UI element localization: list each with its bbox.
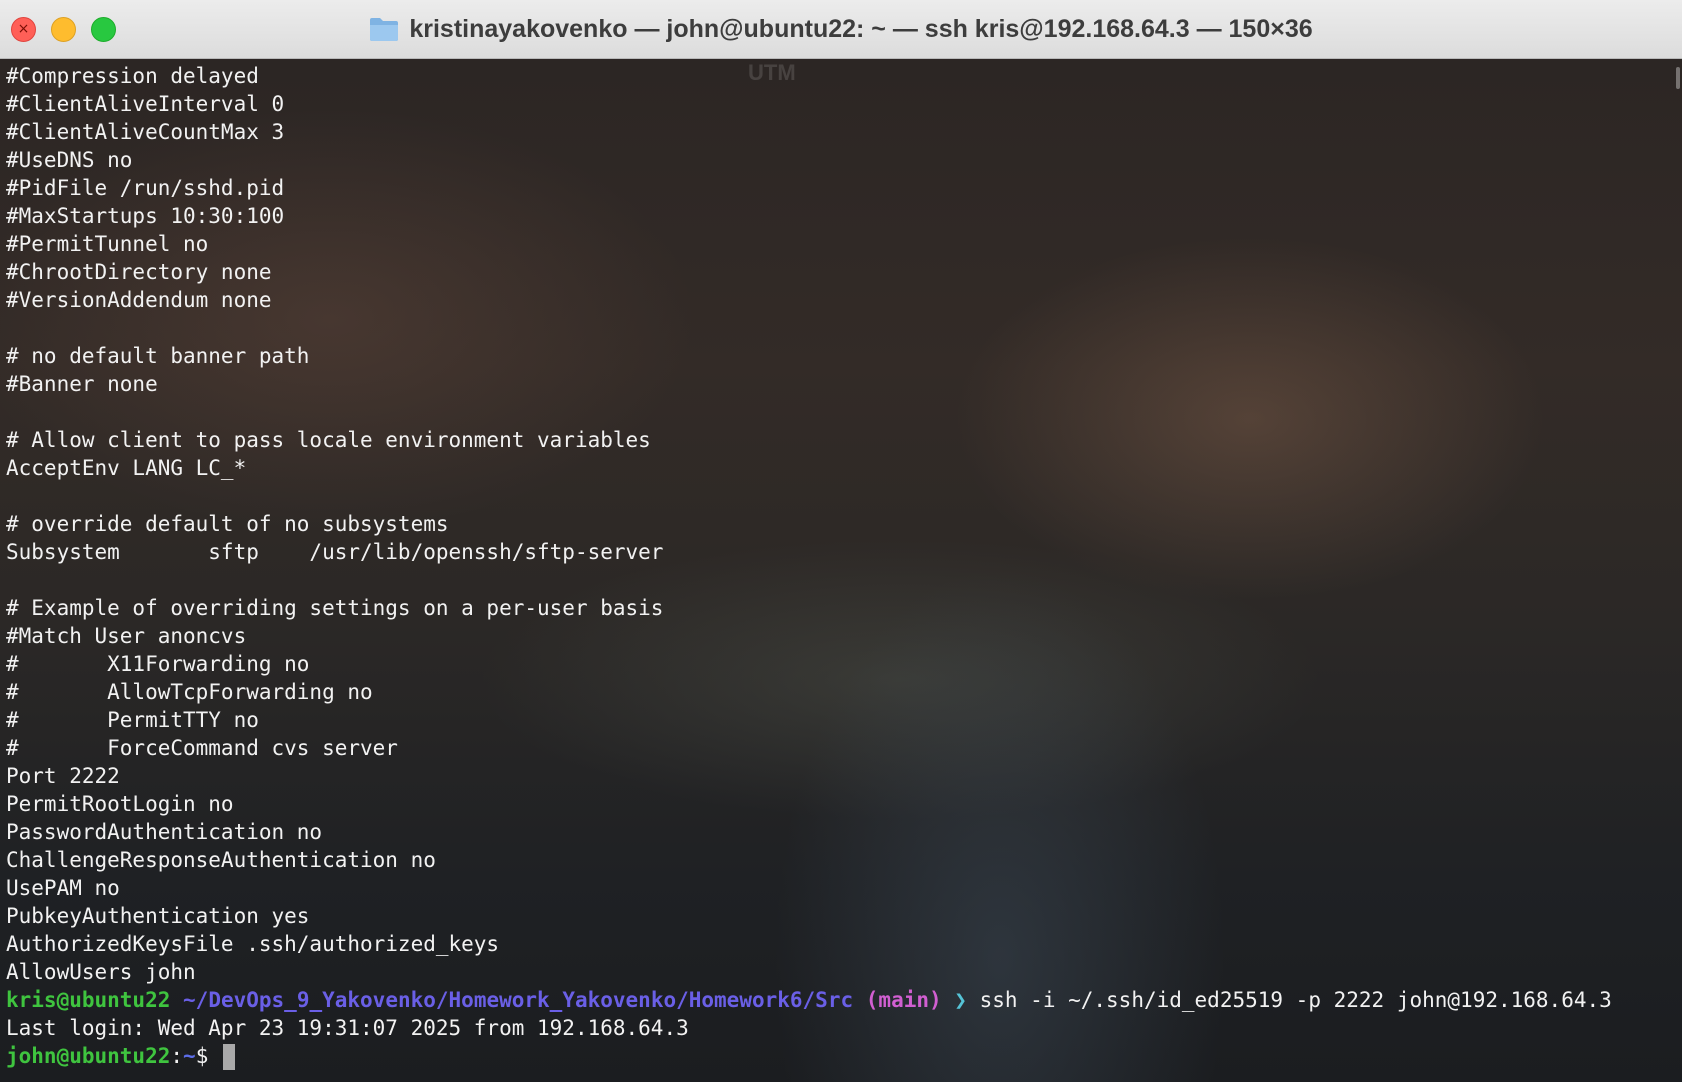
- output-line: #Compression delayed: [6, 64, 259, 88]
- output-line: #Banner none: [6, 372, 158, 396]
- title-bar[interactable]: × kristinayakovenko — john@ubuntu22: ~ —…: [0, 0, 1682, 59]
- last-login-line: Last login: Wed Apr 23 19:31:07 2025 fro…: [6, 1016, 689, 1040]
- prompt-user-host: john@ubuntu22: [6, 1044, 171, 1068]
- output-line: PasswordAuthentication no: [6, 820, 323, 844]
- prompt-colon: :: [170, 1044, 184, 1068]
- window-title: kristinayakovenko — john@ubuntu22: ~ — s…: [409, 14, 1313, 43]
- output-line: # override default of no subsystems: [6, 512, 449, 536]
- output-line: #VersionAddendum none: [6, 288, 272, 312]
- output-line: PubkeyAuthentication yes: [6, 904, 310, 928]
- output-line: AcceptEnv LANG LC_*: [6, 456, 247, 480]
- prompt-line-john[interactable]: john@ubuntu22:~$: [6, 1042, 1682, 1070]
- output-line: # ForceCommand cvs server: [6, 736, 398, 760]
- output-line: #PermitTunnel no: [6, 232, 209, 256]
- output-line: ChallengeResponseAuthentication no: [6, 848, 436, 872]
- prompt-user-host: kris@ubuntu22: [6, 988, 171, 1012]
- output-line: # X11Forwarding no: [6, 652, 310, 676]
- output-line: Subsystem sftp /usr/lib/openssh/sftp-ser…: [6, 540, 664, 564]
- prompt-arrow-icon: ❯: [954, 988, 967, 1012]
- output-line: # Allow client to pass locale environmen…: [6, 428, 651, 452]
- terminal-output: #Compression delayed #ClientAliveInterval…: [6, 62, 1682, 1070]
- output-line: # Example of overriding settings on a pe…: [6, 596, 664, 620]
- output-line: # AllowTcpForwarding no: [6, 680, 373, 704]
- text-cursor[interactable]: [223, 1044, 235, 1070]
- output-line: #ChrootDirectory none: [6, 260, 272, 284]
- output-line: #ClientAliveCountMax 3: [6, 120, 285, 144]
- output-line: #Match User anoncvs: [6, 624, 247, 648]
- prompt-path: ~: [183, 1044, 196, 1068]
- prompt-line-kris: kris@ubuntu22 ~/DevOps_9_Yakovenko/Homew…: [6, 986, 1682, 1014]
- prompt-symbol: $: [195, 1044, 209, 1068]
- folder-icon: [370, 18, 399, 41]
- git-branch: (main): [865, 988, 942, 1012]
- terminal-content[interactable]: UTM #Compression delayed #ClientAliveInte…: [0, 59, 1682, 1082]
- command-text: ssh -i ~/.ssh/id_ed25519 -p 2222 john@19…: [979, 988, 1612, 1012]
- output-line: UsePAM no: [6, 876, 120, 900]
- output-line: #PidFile /run/sshd.pid: [6, 176, 285, 200]
- output-line: #UseDNS no: [6, 148, 133, 172]
- output-line: PermitRootLogin no: [6, 792, 234, 816]
- output-line: AllowUsers john: [6, 960, 196, 984]
- output-line: Port 2222: [6, 764, 120, 788]
- output-line: #MaxStartups 10:30:100: [6, 204, 285, 228]
- output-line: AuthorizedKeysFile .ssh/authorized_keys: [6, 932, 500, 956]
- prompt-path: ~/DevOps_9_Yakovenko/Homework_Yakovenko/…: [183, 988, 854, 1012]
- output-line: #ClientAliveInterval 0: [6, 92, 285, 116]
- output-line: # no default banner path: [6, 344, 310, 368]
- terminal-window: × kristinayakovenko — john@ubuntu22: ~ —…: [0, 0, 1682, 1082]
- output-lines: #Compression delayed #ClientAliveInterval…: [6, 62, 1682, 986]
- window-title-group: kristinayakovenko — john@ubuntu22: ~ — s…: [0, 0, 1682, 58]
- output-line: # PermitTTY no: [6, 708, 259, 732]
